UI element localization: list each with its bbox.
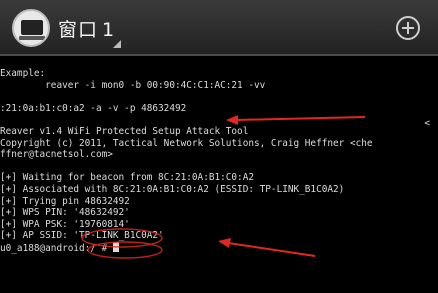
- terminal-line: [+] WPA PSK: '19760814': [0, 218, 130, 230]
- line-overflow-marker: <: [424, 118, 430, 129]
- prompt-text: u0_a188@android:/ #: [0, 242, 113, 254]
- title-bar: 窗口 1: [0, 0, 438, 56]
- text-cursor: [112, 241, 119, 252]
- window-number: 1: [102, 19, 116, 41]
- terminal-line: [+] Waiting for beacon from 8C:21:0A:B1:…: [0, 172, 254, 184]
- terminal-line: :21:0a:b1:c0:a2 -a -v -p 48632492: [0, 102, 187, 114]
- terminal-line: Copyright (c) 2011, Tactical Network Sol…: [0, 137, 373, 149]
- terminal-app-icon[interactable]: [12, 9, 50, 47]
- terminal-line: [+] Trying pin 48632492: [0, 195, 130, 207]
- terminal-line: Reaver v1.4 WiFi Protected Setup Attack …: [0, 125, 249, 137]
- window-title: 窗口: [58, 19, 99, 41]
- terminal-output[interactable]: Example: reaver -i mon0 -b 00:90:4C:C1:A…: [0, 58, 438, 293]
- terminal-line: [+] Associated with 8C:21:0A:B1:C0:A2 (E…: [0, 183, 345, 195]
- terminal-line: reaver -i mon0 -b 00:90:4C:C1:AC:21 -vv: [0, 79, 266, 91]
- terminal-line: ffner@tacnetsol.com>: [0, 149, 113, 161]
- terminal-line: Example:: [0, 68, 46, 79]
- terminal-prompt[interactable]: u0_a188@android:/ #: [0, 241, 438, 254]
- terminal-line: [+] WPS PIN: '48632492': [0, 207, 130, 219]
- terminal-line: [+] AP SSID: 'TP-LINK_B1C0A2': [0, 230, 164, 242]
- tab-menu-indicator-icon: [113, 40, 121, 48]
- window-tab[interactable]: 窗口 1: [58, 15, 115, 42]
- add-window-button[interactable]: [396, 16, 420, 40]
